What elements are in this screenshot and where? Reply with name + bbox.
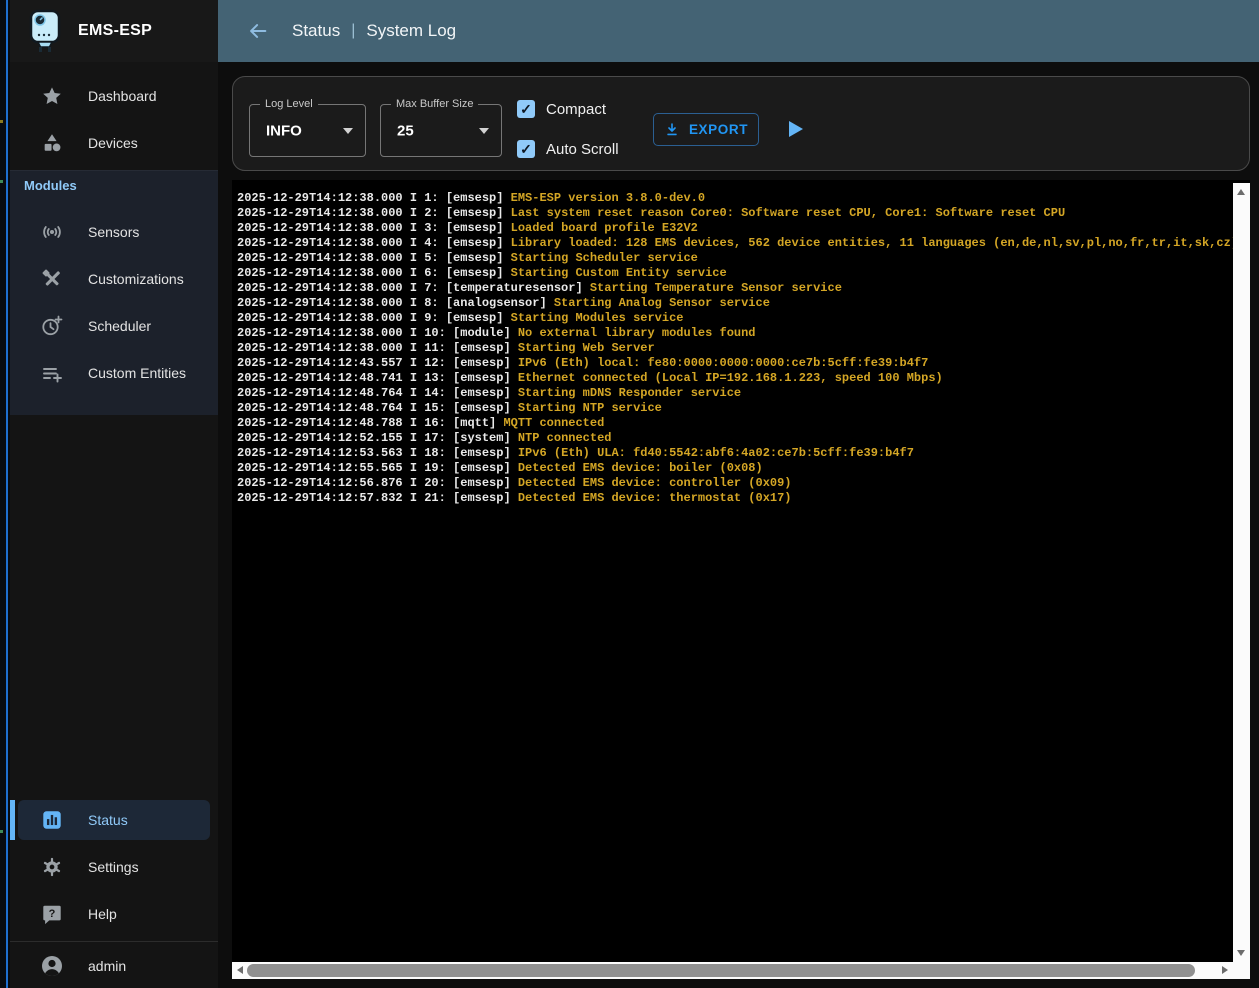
main-content: Log Level INFO Max Buffer Size 25 ✓ Comp… [218,62,1259,988]
app-header: EMS-ESP [10,0,218,62]
log-line: 2025-12-29T14:12:38.000 I 1: [emsesp] EM… [237,191,1233,206]
boiler-logo-icon [28,9,62,53]
checkbox-label: Compact [546,101,606,118]
log-toolbar: Log Level INFO Max Buffer Size 25 ✓ Comp… [232,76,1250,171]
category-icon [40,131,64,155]
modules-section-label: Modules [24,178,77,193]
checkbox-checked-icon: ✓ [517,100,535,118]
background-speck [0,180,3,183]
sidebar-item-settings[interactable]: Settings [10,847,218,887]
sidebar-divider [10,941,218,942]
background-window-edge [6,0,8,988]
log-line: 2025-12-29T14:12:56.876 I 20: [emsesp] D… [237,476,1233,491]
auto-scroll-checkbox[interactable]: ✓ Auto Scroll [517,139,619,159]
background-window-strip [0,0,10,988]
horizontal-scrollbar-thumb[interactable] [247,964,1195,977]
breadcrumb-section[interactable]: Status [292,21,340,41]
sidebar-item-dashboard[interactable]: Dashboard [10,76,218,116]
log-line: 2025-12-29T14:12:55.565 I 19: [emsesp] D… [237,461,1233,476]
log-line: 2025-12-29T14:12:38.000 I 2: [emsesp] La… [237,206,1233,221]
log-line: 2025-12-29T14:12:48.788 I 16: [mqtt] MQT… [237,416,1233,431]
sidebar-item-devices[interactable]: Devices [10,123,218,163]
sidebar-item-scheduler[interactable]: Scheduler [10,306,218,346]
log-line: 2025-12-29T14:12:48.764 I 14: [emsesp] S… [237,386,1233,401]
sidebar-item-label: Help [88,906,117,922]
app-title: EMS-ESP [78,22,152,40]
log-line: 2025-12-29T14:12:57.832 I 21: [emsesp] D… [237,491,1233,506]
sidebar-item-label: Settings [88,859,139,875]
log-line: 2025-12-29T14:12:38.000 I 11: [emsesp] S… [237,341,1233,356]
gear-icon [40,855,64,879]
active-item-indicator [10,800,15,840]
scroll-down-arrow-icon[interactable] [1237,950,1245,956]
log-level-select[interactable]: Log Level INFO [249,104,366,157]
log-line: 2025-12-29T14:12:38.000 I 3: [emsesp] Lo… [237,221,1233,236]
log-line: 2025-12-29T14:12:52.155 I 17: [system] N… [237,431,1233,446]
export-button-label: EXPORT [689,122,748,137]
construction-icon [40,267,64,291]
sidebar-item-sensors[interactable]: Sensors [10,212,218,252]
sidebar-item-status[interactable]: Status [18,800,210,840]
sidebar-item-admin[interactable]: admin [10,945,218,987]
log-line: 2025-12-29T14:12:38.000 I 4: [emsesp] Li… [237,236,1233,251]
sidebar-item-label: Custom Entities [88,365,186,381]
background-speck [0,120,3,123]
scroll-left-arrow-icon[interactable] [237,966,243,974]
back-arrow-icon[interactable] [246,19,270,43]
checkbox-label: Auto Scroll [546,141,619,158]
playlist-add-icon [40,361,64,385]
background-speck [0,830,3,833]
log-line: 2025-12-29T14:12:38.000 I 6: [emsesp] St… [237,266,1233,281]
log-line: 2025-12-29T14:12:38.000 I 7: [temperatur… [237,281,1233,296]
sidebar-item-customizations[interactable]: Customizations [10,259,218,299]
page-title: System Log [366,21,456,41]
app-bar: Status | System Log [218,0,1259,62]
breadcrumb-separator: | [351,22,355,40]
checkbox-checked-icon: ✓ [517,140,535,158]
log-line: 2025-12-29T14:12:53.563 I 18: [emsesp] I… [237,446,1233,461]
max-buffer-size-label: Max Buffer Size [391,98,478,110]
sidebar-item-label: Customizations [88,271,184,287]
start-log-play-icon[interactable] [789,121,803,137]
star-icon [40,84,64,108]
horizontal-scrollbar[interactable] [232,962,1233,979]
log-line: 2025-12-29T14:12:48.741 I 13: [emsesp] E… [237,371,1233,386]
log-line: 2025-12-29T14:12:38.000 I 10: [module] N… [237,326,1233,341]
sidebar-item-label: Dashboard [88,88,157,104]
export-button[interactable]: EXPORT [653,113,759,146]
assessment-icon [40,808,64,832]
account-circle-icon [40,954,64,978]
max-buffer-size-value: 25 [397,122,414,139]
scroll-right-arrow-icon[interactable] [1222,966,1228,974]
log-level-label: Log Level [260,98,318,110]
download-icon [664,122,680,138]
sidebar-item-help[interactable]: ? Help [10,894,218,934]
log-line: 2025-12-29T14:12:48.764 I 15: [emsesp] S… [237,401,1233,416]
log-line: 2025-12-29T14:12:38.000 I 5: [emsesp] St… [237,251,1233,266]
chevron-down-icon [479,128,489,134]
svg-text:?: ? [49,908,56,920]
sidebar-item-label: Scheduler [88,318,151,334]
log-line: 2025-12-29T14:12:38.000 I 9: [emsesp] St… [237,311,1233,326]
sidebar: EMS-ESP Dashboard Devices Modules Sensor… [10,0,218,988]
log-lines: 2025-12-29T14:12:38.000 I 1: [emsesp] EM… [237,191,1233,962]
log-line: 2025-12-29T14:12:43.557 I 12: [emsesp] I… [237,356,1233,371]
sensors-icon [40,220,64,244]
help-icon: ? [40,902,64,926]
sidebar-item-custom-entities[interactable]: Custom Entities [10,353,218,393]
scroll-up-arrow-icon[interactable] [1237,189,1245,195]
log-line: 2025-12-29T14:12:38.000 I 8: [analogsens… [237,296,1233,311]
sidebar-item-label: Sensors [88,224,139,240]
log-viewport: 2025-12-29T14:12:38.000 I 1: [emsesp] EM… [232,180,1250,979]
sidebar-item-label: Status [88,812,128,828]
sidebar-item-label: Devices [88,135,138,151]
compact-checkbox[interactable]: ✓ Compact [517,99,606,119]
chevron-down-icon [343,128,353,134]
vertical-scrollbar[interactable] [1233,183,1250,962]
max-buffer-size-select[interactable]: Max Buffer Size 25 [380,104,502,157]
log-level-value: INFO [266,122,302,139]
scrollbar-corner [1233,962,1250,979]
sidebar-item-label: admin [88,958,126,974]
more-time-icon [40,314,64,338]
